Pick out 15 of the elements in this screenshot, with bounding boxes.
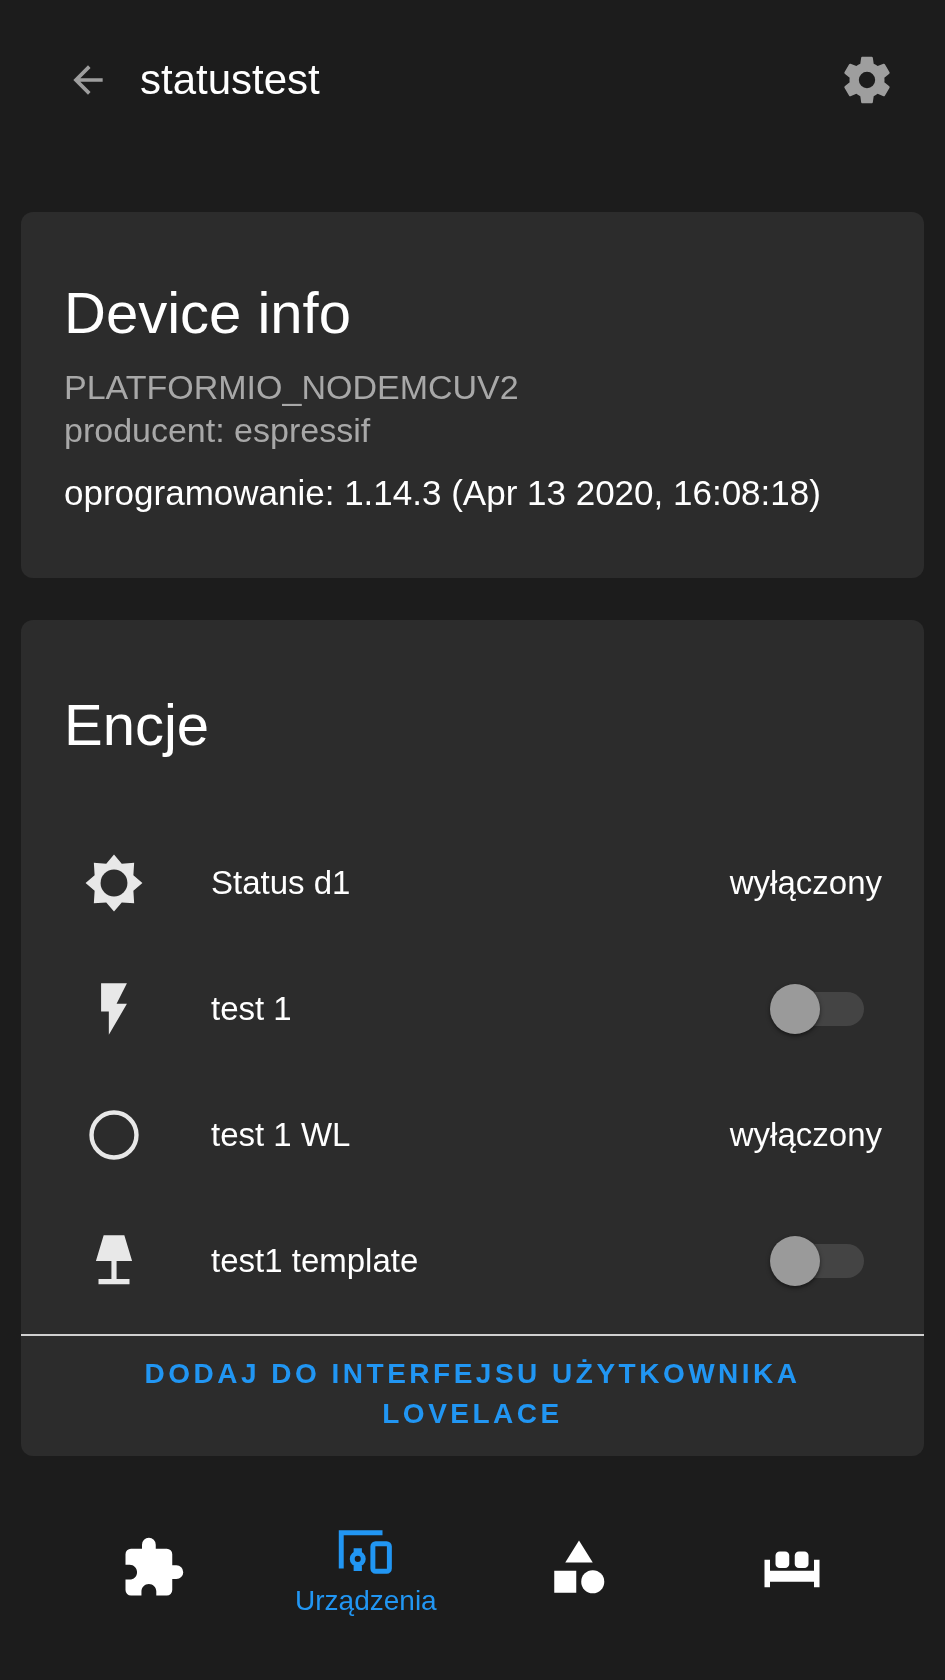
manufacturer-text: producent: espressif <box>64 410 372 451</box>
brightness-icon <box>83 852 145 914</box>
entity-state: wyłączony <box>729 1116 882 1154</box>
nav-label[interactable]: Urządzenia <box>295 1585 437 1617</box>
model-text: PLATFORMIO_NODEMCUV2 <box>64 367 520 408</box>
card-title: Device info <box>64 284 352 342</box>
entity-name[interactable]: test 1 <box>211 990 770 1028</box>
entity-name[interactable]: Status d1 <box>211 864 730 902</box>
add-to-lovelace-button[interactable]: DODAJ DO INTERFEJSU UŻYTKOWNIKA LOVELACE <box>112 1336 833 1456</box>
entity-name[interactable]: test1 template <box>211 1242 770 1280</box>
firmware-text: oprogramowanie: 1.14.3 (Apr 13 2020, 16:08:18) <box>64 472 822 514</box>
card-title: Encje <box>63 691 211 759</box>
entity-name[interactable]: test 1 WL <box>211 1116 730 1154</box>
page-title: statustest <box>140 56 321 104</box>
entity-state: wyłączony <box>729 864 882 902</box>
